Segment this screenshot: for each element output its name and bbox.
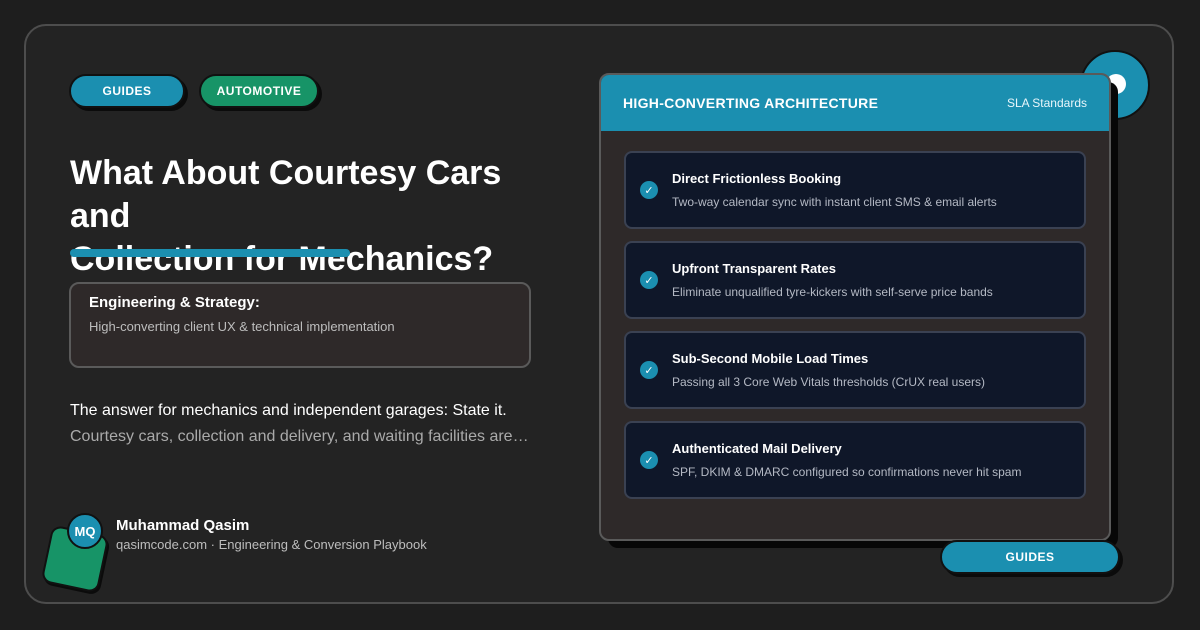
answer-line-2: Courtesy cars, collection and delivery, …: [70, 428, 529, 445]
list-item: ✓ Sub-Second Mobile Load Times Passing a…: [624, 331, 1086, 409]
item-title: Authenticated Mail Delivery: [672, 441, 842, 456]
check-circle-icon: ✓: [640, 361, 658, 379]
title-line-1: What About Courtesy Cars and: [70, 154, 502, 235]
item-title: Sub-Second Mobile Load Times: [672, 351, 869, 366]
architecture-card: HIGH-CONVERTING ARCHITECTURE SLA Standar…: [599, 73, 1111, 541]
list-item: ✓ Authenticated Mail Delivery SPF, DKIM …: [624, 421, 1086, 499]
list-item: ✓ Direct Frictionless Booking Two-way ca…: [624, 151, 1086, 229]
check-circle-icon: ✓: [640, 181, 658, 199]
check-circle-icon: ✓: [640, 271, 658, 289]
title-underline: [70, 249, 350, 257]
item-title: Upfront Transparent Rates: [672, 261, 836, 276]
avatar: MQ: [67, 513, 103, 549]
item-description: SPF, DKIM & DMARC configured so confirma…: [672, 465, 1022, 479]
tag-automotive[interactable]: AUTOMOTIVE: [199, 74, 319, 108]
strategy-description: High-converting client UX & technical im…: [89, 319, 395, 334]
title-line-2: Collection for Mechanics?: [70, 240, 494, 278]
item-description: Eliminate unqualified tyre-kickers with …: [672, 285, 993, 299]
strategy-box: Engineering & Strategy: High-converting …: [69, 282, 531, 368]
card-header: HIGH-CONVERTING ARCHITECTURE SLA Standar…: [601, 75, 1109, 131]
strategy-title: Engineering & Strategy:: [89, 294, 260, 311]
author-name[interactable]: Muhammad Qasim: [116, 517, 249, 534]
answer-line-1: The answer for mechanics and independent…: [70, 402, 507, 419]
item-description: Two-way calendar sync with instant clien…: [672, 195, 997, 209]
list-item: ✓ Upfront Transparent Rates Eliminate un…: [624, 241, 1086, 319]
page-title: What About Courtesy Cars and Collection …: [70, 152, 570, 281]
card-title: HIGH-CONVERTING ARCHITECTURE: [623, 95, 879, 111]
author-subtitle: qasimcode.com · Engineering & Conversion…: [116, 537, 427, 552]
item-title: Direct Frictionless Booking: [672, 171, 842, 186]
tag-guides[interactable]: GUIDES: [69, 74, 185, 108]
check-circle-icon: ✓: [640, 451, 658, 469]
item-description: Passing all 3 Core Web Vitals thresholds…: [672, 375, 986, 389]
card-subtitle: SLA Standards: [1006, 96, 1087, 110]
tag-guides-bottom[interactable]: GUIDES: [940, 540, 1120, 574]
answer-text: The answer for mechanics and independent…: [70, 398, 570, 450]
